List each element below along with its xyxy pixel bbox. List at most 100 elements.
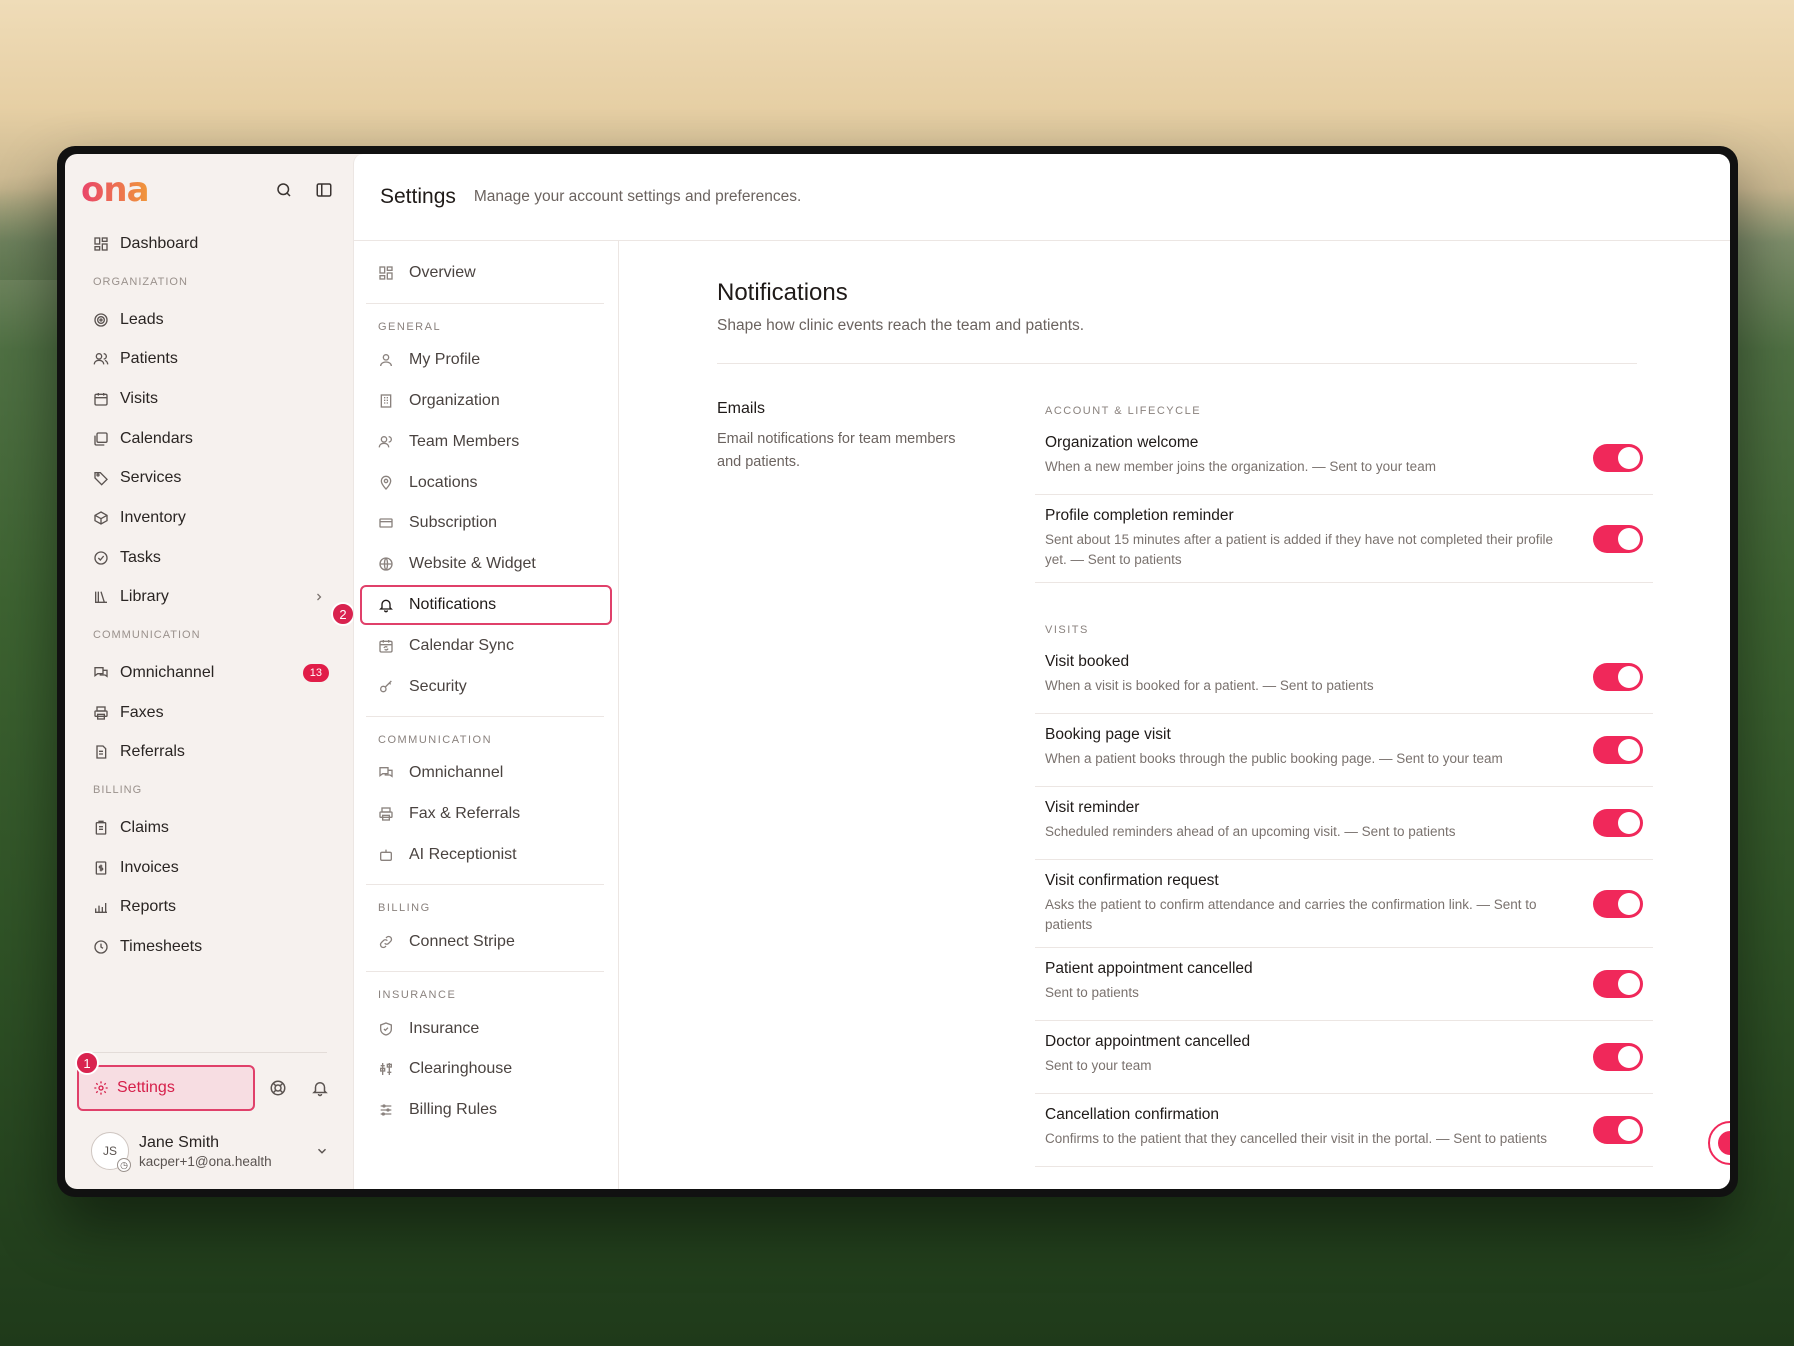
subnav-item-security[interactable]: Security bbox=[366, 666, 604, 707]
sidebar-section-communication: COMMUNICATION bbox=[93, 629, 201, 642]
sidebar-item-label: Claims bbox=[120, 819, 169, 837]
sidebar-section-billing: BILLING bbox=[93, 784, 143, 797]
notification-title: Cancellation confirmation bbox=[1045, 1106, 1220, 1123]
sidebar-item-inventory[interactable]: Inventory bbox=[81, 498, 339, 538]
search-icon[interactable] bbox=[275, 181, 293, 199]
printer-icon bbox=[93, 704, 110, 721]
notifications-content: Notifications Shape how clinic events re… bbox=[619, 241, 1730, 1189]
subnav-item-team-members[interactable]: Team Members bbox=[366, 421, 604, 462]
notification-list: ACCOUNT & LIFECYCLE Organization welcome W… bbox=[1035, 400, 1653, 1167]
page-subtitle: Manage your account settings and prefere… bbox=[473, 188, 802, 205]
subnav-item-omnichannel[interactable]: Omnichannel bbox=[366, 753, 604, 794]
subnav-item-connect-stripe[interactable]: Connect Stripe bbox=[366, 921, 604, 962]
notification-description: Sent about 15 minutes after a patient is… bbox=[1045, 532, 1554, 567]
notification-title: Booking page visit bbox=[1045, 726, 1171, 743]
sidebar-item-library[interactable]: Library bbox=[81, 578, 339, 618]
subnav-item-label: Insurance bbox=[409, 1019, 480, 1037]
step-marker-2: 2 bbox=[331, 602, 355, 626]
user-email: kacper+1@ona.health bbox=[139, 1153, 272, 1169]
notification-row: Visit reminder Scheduled reminders ahead … bbox=[1035, 787, 1653, 860]
main-panel: Settings Manage your account settings an… bbox=[353, 154, 1730, 1189]
brand-row: ona bbox=[81, 168, 339, 212]
subnav-item-organization[interactable]: Organization bbox=[366, 381, 604, 422]
sidebar-item-faxes[interactable]: Faxes bbox=[81, 693, 339, 733]
notification-toggle[interactable] bbox=[1593, 524, 1643, 553]
notification-title: Visit confirmation request bbox=[1045, 872, 1219, 889]
sidebar-item-invoices[interactable]: Invoices bbox=[81, 848, 339, 888]
tag-icon bbox=[93, 470, 110, 487]
ona-logo[interactable]: ona bbox=[81, 170, 150, 210]
sidebar-item-tasks[interactable]: Tasks bbox=[81, 538, 339, 578]
chevron-right-icon[interactable] bbox=[313, 591, 325, 603]
sidebar-item-services[interactable]: Services bbox=[81, 458, 339, 498]
notification-row: Cancellation confirmation Confirms to the… bbox=[1035, 1094, 1653, 1167]
avatar: JS ◷ bbox=[91, 1132, 131, 1172]
sidebar: ona Dashboard ORGANIZATION Leads Patients V… bbox=[65, 154, 353, 1189]
subnav-item-label: Connect Stripe bbox=[409, 932, 515, 950]
page-title: Settings bbox=[380, 185, 456, 208]
sidebar-item-dashboard[interactable]: Dashboard bbox=[81, 224, 339, 264]
subnav-item-label: Calendar Sync bbox=[409, 636, 514, 654]
bell-icon[interactable] bbox=[311, 1079, 329, 1097]
sidebar-item-reports[interactable]: Reports bbox=[81, 888, 339, 928]
sidebar-item-label: Reports bbox=[120, 898, 177, 916]
sidebar-item-leads[interactable]: Leads bbox=[81, 300, 339, 340]
subnav-item-billing-rules[interactable]: Billing Rules bbox=[366, 1090, 604, 1131]
subnav-item-notifications[interactable]: Notifications bbox=[360, 584, 612, 626]
notification-toggle[interactable] bbox=[1593, 970, 1643, 998]
notification-row: Profile completion reminder Sent about 15… bbox=[1035, 495, 1653, 583]
subnav-item-label: My Profile bbox=[409, 351, 481, 369]
sidebar-item-patients[interactable]: Patients bbox=[81, 339, 339, 379]
divider bbox=[366, 302, 604, 304]
subnav-item-ai-receptionist[interactable]: AI Receptionist bbox=[366, 835, 604, 876]
settings-button[interactable]: Settings bbox=[77, 1065, 255, 1111]
notification-toggle[interactable] bbox=[1593, 736, 1643, 764]
notification-toggle[interactable] bbox=[1593, 444, 1643, 472]
step-marker-1: 1 bbox=[75, 1051, 99, 1075]
subnav-item-my-profile[interactable]: My Profile bbox=[366, 340, 604, 381]
subnav-item-locations[interactable]: Locations bbox=[366, 462, 604, 503]
sidebar-item-label: Library bbox=[120, 588, 169, 606]
subnav-item-overview[interactable]: Overview bbox=[366, 253, 604, 294]
category-account-and-lifecycle: ACCOUNT & LIFECYCLE bbox=[1045, 405, 1202, 417]
subnav-item-subscription[interactable]: Subscription bbox=[366, 503, 604, 544]
clock-icon bbox=[93, 939, 110, 956]
notification-toggle[interactable] bbox=[1593, 809, 1643, 837]
subnav-item-website-and-widget[interactable]: Website & Widget bbox=[366, 544, 604, 585]
subnav-section-communication: COMMUNICATION bbox=[378, 733, 493, 746]
subnav-item-label: Notifications bbox=[409, 595, 497, 613]
sidebar-item-calendars[interactable]: Calendars bbox=[81, 419, 339, 459]
sidebar-item-label: Referrals bbox=[120, 743, 185, 761]
subnav-item-calendar-sync[interactable]: Calendar Sync bbox=[366, 625, 604, 666]
sidebar-item-omnichannel[interactable]: Omnichannel 13 bbox=[81, 653, 339, 693]
sidebar-item-visits[interactable]: Visits bbox=[81, 379, 339, 419]
invoice-icon bbox=[93, 859, 110, 876]
help-icon[interactable] bbox=[269, 1079, 287, 1097]
sidebar-toggle-icon[interactable] bbox=[315, 181, 333, 199]
chevron-down-icon[interactable] bbox=[315, 1144, 329, 1158]
subnav-item-label: Organization bbox=[409, 391, 500, 409]
organization-icon bbox=[378, 392, 395, 409]
sidebar-item-claims[interactable]: Claims bbox=[81, 808, 339, 848]
sidebar-item-timesheets[interactable]: Timesheets bbox=[81, 927, 339, 967]
page-header: Settings Manage your account settings an… bbox=[354, 154, 1730, 241]
notification-description: When a patient books through the public … bbox=[1045, 751, 1503, 766]
divider bbox=[717, 363, 1637, 364]
section-title: Notifications bbox=[717, 279, 848, 306]
notification-toggle[interactable] bbox=[1593, 889, 1643, 918]
notification-toggle[interactable] bbox=[1593, 1116, 1643, 1144]
user-menu[interactable]: JS ◷ Jane Smith kacper+1@ona.health bbox=[77, 1113, 339, 1189]
subnav-item-label: AI Receptionist bbox=[409, 845, 517, 863]
divider bbox=[366, 884, 604, 886]
sidebar-item-label: Leads bbox=[120, 310, 164, 328]
settings-label: Settings bbox=[117, 1079, 175, 1096]
notification-row: Patient appointment cancelled Sent to pat… bbox=[1035, 948, 1653, 1021]
sidebar-item-label: Omnichannel bbox=[120, 664, 215, 682]
sidebar-item-referrals[interactable]: Referrals bbox=[81, 733, 339, 773]
team-members-icon bbox=[378, 433, 395, 450]
subnav-item-fax-and-referrals[interactable]: Fax & Referrals bbox=[366, 794, 604, 835]
subnav-item-clearinghouse[interactable]: Clearinghouse bbox=[366, 1049, 604, 1090]
subnav-item-insurance[interactable]: Insurance bbox=[366, 1008, 604, 1049]
notification-toggle[interactable] bbox=[1593, 1043, 1643, 1071]
notification-toggle[interactable] bbox=[1593, 663, 1643, 691]
